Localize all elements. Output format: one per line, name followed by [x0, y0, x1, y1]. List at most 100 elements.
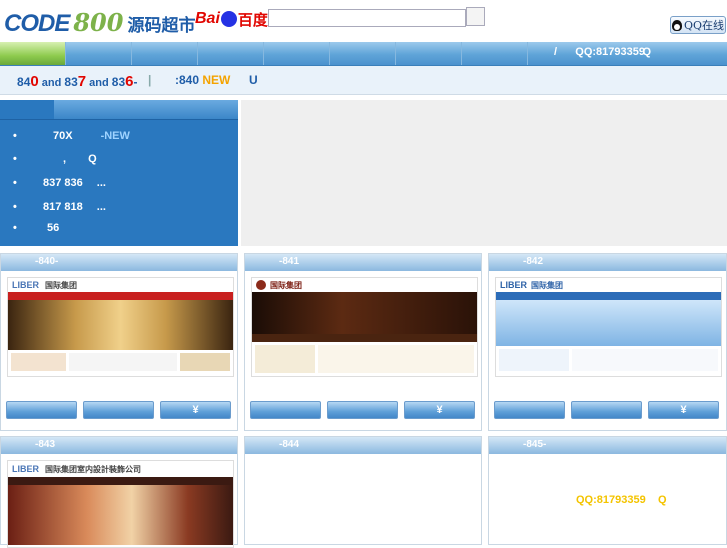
qq-online-label: QQ在线: [683, 19, 725, 32]
card-title: -842: [523, 256, 544, 267]
announcement-link[interactable]: 840 and 837 and 836-: [17, 73, 138, 90]
preview-banner: [496, 300, 721, 346]
card-header: -843: [1, 437, 237, 454]
card-title: -844: [279, 439, 300, 450]
preview-topbar: LIBER 国际集团室内設計裝飾公司: [8, 461, 233, 477]
nav-separator: /: [554, 46, 558, 58]
nav-item-5[interactable]: [264, 42, 330, 65]
news-panel-header: [0, 100, 238, 120]
announcement-bar: 840 and 837 and 836- | :840 NEW U: [0, 66, 727, 95]
nav-item-home[interactable]: [0, 42, 66, 65]
template-card: -844: [244, 436, 482, 545]
card-preview-button[interactable]: [6, 401, 77, 419]
nav-qq-suffix: Q: [642, 46, 651, 58]
ann-char: 8: [17, 75, 24, 89]
card-actions: ¥: [250, 401, 475, 419]
main-nav: / QQ:81793359 Q: [0, 42, 727, 66]
news-item-text: 817 818: [43, 201, 83, 213]
preview-topbar: 国际集团: [252, 278, 477, 292]
card-actions: ¥: [494, 401, 719, 419]
template-card: -843 LIBER 国际集团室内設計裝飾公司: [0, 436, 238, 548]
nav-item-2[interactable]: [66, 42, 132, 65]
template-card: -841 国际集团 ¥: [244, 253, 482, 431]
preview-topbar: LIBER 国际集团: [8, 278, 233, 292]
ann-char: 0: [30, 73, 39, 90]
card-preview-button[interactable]: [250, 401, 321, 419]
announcement-new-link[interactable]: :840 NEW: [175, 73, 230, 87]
news-panel-tab[interactable]: [0, 100, 54, 119]
nav-item-7[interactable]: [396, 42, 462, 65]
preview-banner: [8, 485, 233, 545]
preview-nav: [8, 292, 233, 300]
nav-item-6[interactable]: [330, 42, 396, 65]
template-preview-image[interactable]: 国际集团: [251, 277, 478, 377]
site-logo[interactable]: CODE 800 源码超市: [4, 8, 195, 37]
nav-item-4[interactable]: [198, 42, 264, 65]
card-header: -841: [245, 254, 481, 271]
announcement-separator: |: [148, 73, 152, 87]
preview-nav: [252, 334, 477, 342]
search-input[interactable]: [268, 9, 466, 27]
new-badge: NEW: [202, 73, 231, 87]
template-preview-image[interactable]: LIBER 国际集团室内設計裝飾公司: [7, 460, 234, 548]
preview-nav: [496, 292, 721, 300]
card-header: -840-: [1, 254, 237, 271]
announcement-u: U: [249, 73, 258, 87]
ann-char: and: [86, 77, 112, 89]
news-item-badge: ...: [96, 201, 106, 213]
news-item-badge: Q: [88, 153, 97, 165]
baidu-logo[interactable]: Bai 百度: [195, 8, 268, 30]
baidu-paw-icon: [220, 11, 237, 27]
card-detail-button[interactable]: [571, 401, 642, 419]
qq-online-button[interactable]: QQ在线: [670, 16, 726, 34]
logo-number: 800: [73, 8, 124, 37]
template-preview-image[interactable]: LIBER 国际集团: [7, 277, 234, 377]
card-header: -842: [489, 254, 726, 271]
ann-char: 3: [71, 75, 78, 89]
ann-char: 7: [77, 73, 87, 90]
news-item[interactable]: • 837 836...: [13, 177, 106, 189]
news-item[interactable]: • 56: [13, 222, 59, 234]
baidu-chinese: 百度: [237, 10, 268, 29]
news-item-text: ,: [63, 153, 67, 165]
preview-banner: [8, 300, 233, 350]
card-title: -841: [279, 256, 300, 267]
card-detail-button[interactable]: [83, 401, 154, 419]
template-card: -842 LIBER 国际集团 ¥: [488, 253, 727, 431]
news-item-badge: ...: [96, 177, 106, 189]
right-content-area: [241, 100, 727, 246]
news-item[interactable]: • 70X -NEW: [13, 130, 130, 142]
ann-char: 6: [125, 73, 134, 90]
search-button[interactable]: [466, 7, 485, 26]
preview-nav: [8, 477, 233, 485]
floating-qq-contact[interactable]: QQ:81793359 Q: [576, 494, 667, 506]
nav-item-3[interactable]: [132, 42, 198, 65]
card-price-button[interactable]: ¥: [648, 401, 719, 419]
card-preview-button[interactable]: [494, 401, 565, 419]
nav-qq-number[interactable]: QQ:81793359: [575, 46, 645, 58]
news-item-badge: -NEW: [100, 130, 130, 142]
card-title: -840-: [35, 256, 59, 267]
card-price-button[interactable]: ¥: [160, 401, 231, 419]
ann-char: -: [133, 75, 138, 89]
card-actions: ¥: [6, 401, 231, 419]
baidu-text: Bai: [195, 10, 220, 27]
preview-topbar: LIBER 国际集团: [496, 278, 721, 292]
news-item[interactable]: •, Q: [13, 153, 97, 165]
template-preview-image[interactable]: LIBER 国际集团: [495, 277, 722, 377]
news-item[interactable]: • 817 818...: [13, 201, 106, 213]
template-card: -840- LIBER 国际集团 ¥: [0, 253, 238, 431]
preview-site-title: 国际集团室内設計裝飾公司: [45, 464, 141, 474]
preview-banner: [252, 292, 477, 334]
card-price-button[interactable]: ¥: [404, 401, 475, 419]
card-title: -845-: [523, 439, 547, 450]
card-detail-button[interactable]: [327, 401, 398, 419]
preview-site-title: 国际集团: [531, 280, 563, 290]
card-header: -845-: [489, 437, 726, 454]
preview-site-title: 国际集团: [45, 280, 77, 290]
news-item-text: 56: [47, 222, 60, 234]
news-item-text: 70X: [53, 130, 73, 142]
card-header: -844: [245, 437, 481, 454]
news-item-text: 837 836: [43, 177, 83, 189]
nav-item-8[interactable]: [462, 42, 528, 65]
